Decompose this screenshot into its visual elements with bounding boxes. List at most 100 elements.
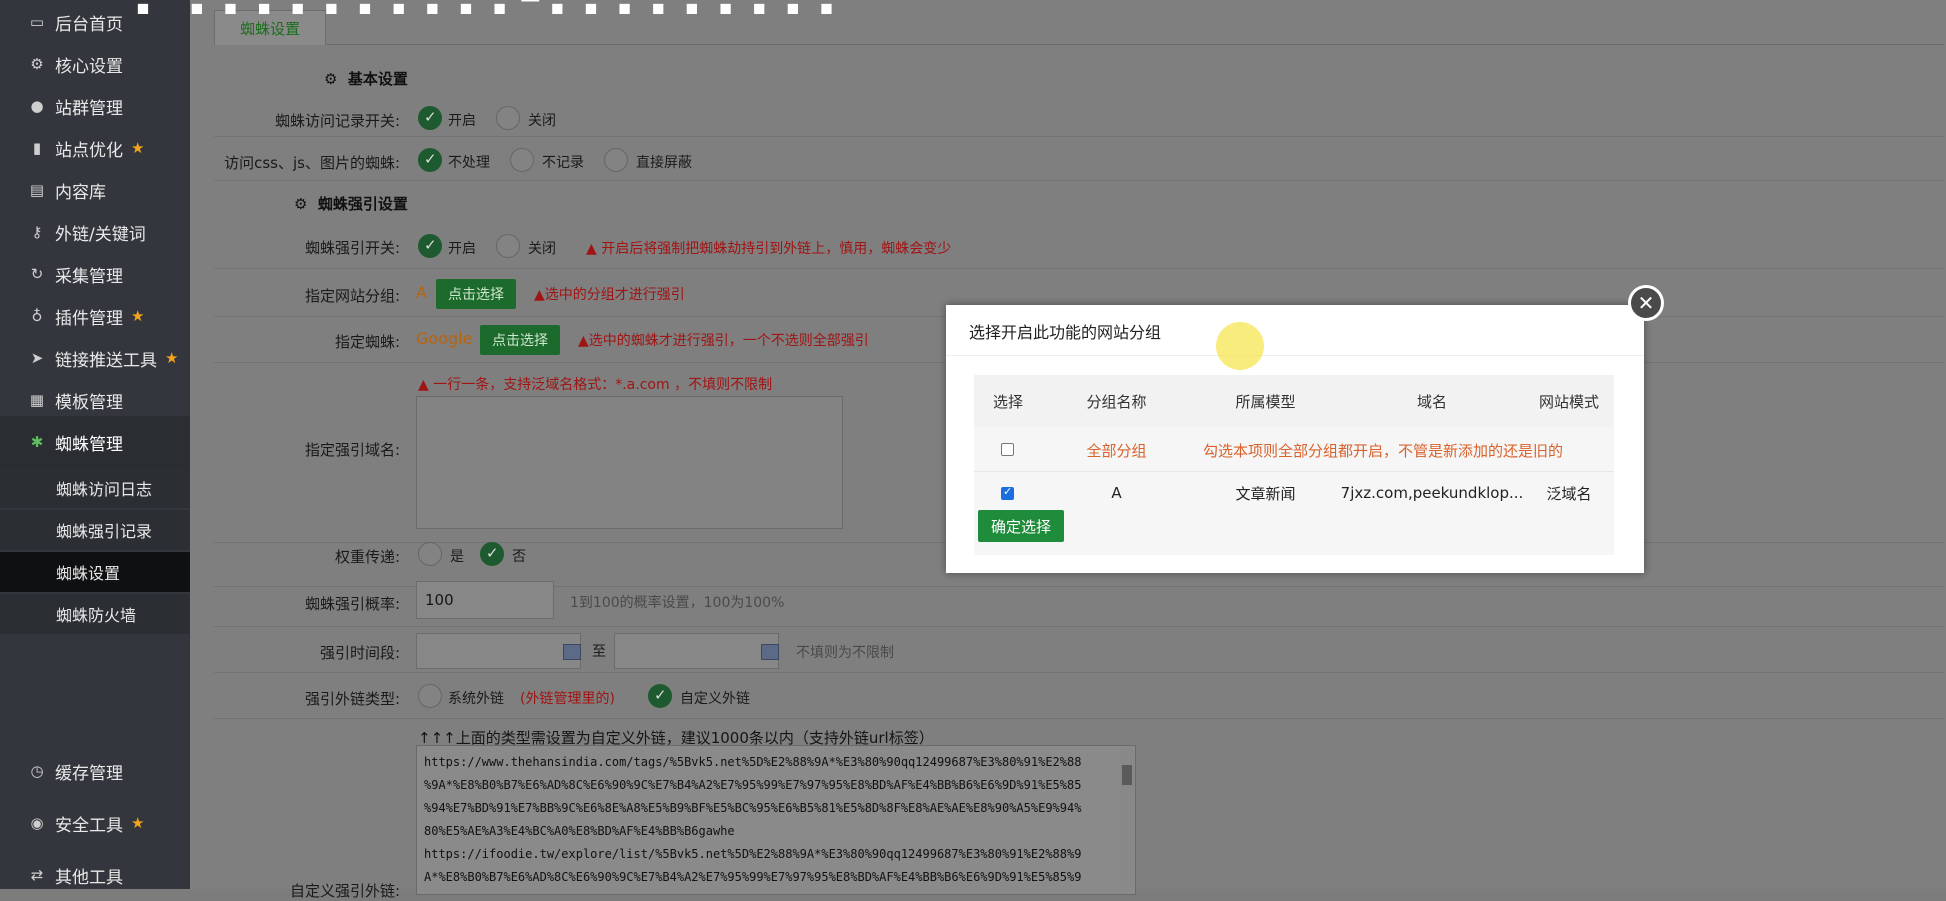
custom-link-line: %94%E7%BD%91%E7%BB%9C%E6%8E%A8%E5%B9%BF%…: [424, 801, 1082, 815]
header-select: 选择: [974, 375, 1043, 427]
modal-title: 选择开启此功能的网站分组: [969, 323, 1162, 342]
type-system-radio[interactable]: [418, 684, 442, 708]
subnav-spider-force-log[interactable]: 蜘蛛强引记录: [0, 510, 190, 550]
nav-label: 核心设置: [55, 56, 123, 77]
group-select-modal: 选择开启此功能的网站分组 选择 分组名称 所属模型 域名 网站模式 全部分组 勾…: [946, 305, 1644, 573]
confirm-select-button[interactable]: 确定选择: [978, 510, 1064, 542]
force-off-radio[interactable]: [496, 234, 520, 258]
type-system-label: 系统外链: [448, 691, 504, 707]
nav-label: 蜘蛛管理: [55, 434, 123, 455]
cursor-highlight: [1216, 322, 1264, 370]
scrollbar[interactable]: [1120, 747, 1134, 887]
spider-icon: ✱: [30, 433, 44, 451]
row-checkbox[interactable]: [1001, 485, 1014, 500]
row-model: 文章新闻: [1235, 484, 1296, 503]
nav-other-tools[interactable]: ⇄ 其他工具: [0, 849, 190, 901]
css-no-process-label: 不处理: [448, 155, 490, 171]
video-caption-overlay: ? ??????????-?????????: [128, 0, 845, 28]
nav-cache[interactable]: ◷ 缓存管理: [0, 745, 190, 797]
subnav-label: 蜘蛛访问日志: [56, 480, 153, 499]
visit-log-off-radio[interactable]: [496, 106, 520, 130]
nav-label: 链接推送工具: [55, 350, 157, 371]
time-hint: 不填则为不限制: [796, 645, 894, 661]
row-domain: 7jxz.com,peekundklop...: [1340, 484, 1524, 502]
template-icon: ▦: [29, 391, 45, 409]
calendar-icon[interactable]: [761, 644, 779, 660]
group-warning: ▲选中的分组才进行强引: [534, 284, 685, 304]
css-no-process-radio[interactable]: [418, 148, 442, 172]
nav-label: 其他工具: [55, 867, 123, 888]
css-no-record-label: 不记录: [542, 155, 584, 171]
visit-log-on-radio[interactable]: [418, 106, 442, 130]
css-block-radio[interactable]: [604, 148, 628, 172]
nav-label: 外链/关键词: [55, 224, 146, 245]
subnav-spider-settings[interactable]: 蜘蛛设置: [0, 552, 190, 592]
group-value: A: [416, 283, 427, 302]
type-custom-label: 自定义外链: [680, 691, 750, 707]
timer-icon: ◷: [30, 762, 44, 780]
rate-input[interactable]: 100: [416, 581, 554, 619]
monitor-icon: ▭: [29, 13, 45, 31]
sidebar: ▭ 后台首页 ⚙ 核心设置 ● 站群管理 ▮ 站点优化 ★ ▤ 内容库 ⚷ 外链/关键词 ↻ 采…: [0, 0, 190, 889]
time-to-label: 至: [592, 644, 606, 660]
nav-spider-manage[interactable]: ✱ 蜘蛛管理: [0, 416, 190, 468]
weight-yes-radio[interactable]: [418, 542, 442, 566]
force-switch-label: 蜘蛛强引开关:: [304, 239, 400, 257]
document-icon: ▤: [29, 181, 45, 199]
scrollbar-thumb[interactable]: [1122, 765, 1132, 785]
custom-link-line: A*%E8%B0%B7%E6%AD%8C%E6%90%9C%E7%B4%A2%E…: [424, 870, 1082, 884]
time-label: 强引时间段:: [319, 644, 400, 662]
header-site-mode: 网站模式: [1524, 375, 1614, 427]
choose-spider-button[interactable]: 点击选择: [480, 325, 560, 355]
all-groups-note: 勾选本项则全部分组都开启，不管是新添加的还是旧的: [1203, 441, 1564, 460]
nav-label: 内容库: [55, 182, 106, 203]
subnav-spider-firewall[interactable]: 蜘蛛防火墙: [0, 594, 190, 634]
css-no-record-radio[interactable]: [510, 148, 534, 172]
css-spider-label: 访问css、js、图片的蜘蛛:: [224, 154, 400, 172]
spider-label: 指定蜘蛛:: [334, 333, 400, 351]
header-model: 所属模型: [1191, 375, 1341, 427]
time-start-input[interactable]: [416, 633, 581, 669]
weight-yes-label: 是: [450, 549, 464, 565]
gear-icon: ⚙: [30, 55, 44, 73]
weight-no-label: 否: [512, 549, 526, 565]
user-icon: ●: [30, 97, 44, 115]
section-force-label: 蜘蛛强引设置: [317, 195, 408, 213]
spider-value: Google: [416, 329, 473, 348]
custom-link-line: %9A*%E8%B0%B7%E6%AD%8C%E6%90%9C%E7%B4%A2…: [424, 778, 1082, 792]
warning-icon: ▲: [578, 333, 589, 349]
warning-icon: ▲: [534, 287, 545, 303]
type-custom-radio[interactable]: [648, 684, 672, 708]
choose-group-button[interactable]: 点击选择: [436, 279, 516, 309]
send-icon: ➤: [30, 349, 44, 367]
section-force-title: ⚙ 蜘蛛强引设置: [294, 195, 408, 213]
close-icon[interactable]: ✕: [1628, 285, 1664, 321]
domain-label: 指定强引域名:: [304, 441, 400, 459]
calendar-icon[interactable]: [563, 644, 581, 660]
subnav-spider-log[interactable]: 蜘蛛访问日志: [0, 468, 190, 508]
type-system-note: (外链管理里的): [520, 691, 615, 707]
visit-log-on-label: 开启: [448, 113, 476, 129]
force-on-label: 开启: [448, 241, 476, 257]
header-group-name: 分组名称: [1042, 375, 1192, 427]
custom-link-line: 80%E5%AE%A3%E4%BC%A0%E8%BD%AF%E4%BB%B6ga…: [424, 824, 735, 838]
custom-links-label: 自定义强引外链:: [289, 882, 400, 900]
nav-label: 安全工具: [55, 815, 123, 836]
weight-no-radio[interactable]: [480, 542, 504, 566]
warning-icon: ▲: [586, 241, 597, 257]
domain-warning: ▲ 一行一条，支持泛域名格式：*.a.com ，不填则不限制: [418, 374, 772, 394]
type-label: 强引外链类型:: [304, 690, 400, 708]
all-groups-name: 全部分组: [1086, 441, 1147, 460]
css-block-label: 直接屏蔽: [636, 155, 692, 171]
time-end-input[interactable]: [614, 633, 779, 669]
rate-label: 蜘蛛强引概率:: [304, 595, 400, 613]
domain-textarea[interactable]: [416, 396, 843, 529]
select-all-checkbox[interactable]: [1001, 443, 1014, 456]
force-on-radio[interactable]: [418, 234, 442, 258]
rate-hint: 1到100的概率设置，100为100%: [570, 595, 785, 611]
subnav-label: 蜘蛛设置: [56, 564, 121, 583]
nav-label: 采集管理: [55, 266, 123, 287]
nav-label: 站点优化: [55, 140, 123, 161]
row-group-name: A: [1111, 484, 1122, 502]
nav-security[interactable]: ◉ 安全工具 ★: [0, 797, 190, 849]
